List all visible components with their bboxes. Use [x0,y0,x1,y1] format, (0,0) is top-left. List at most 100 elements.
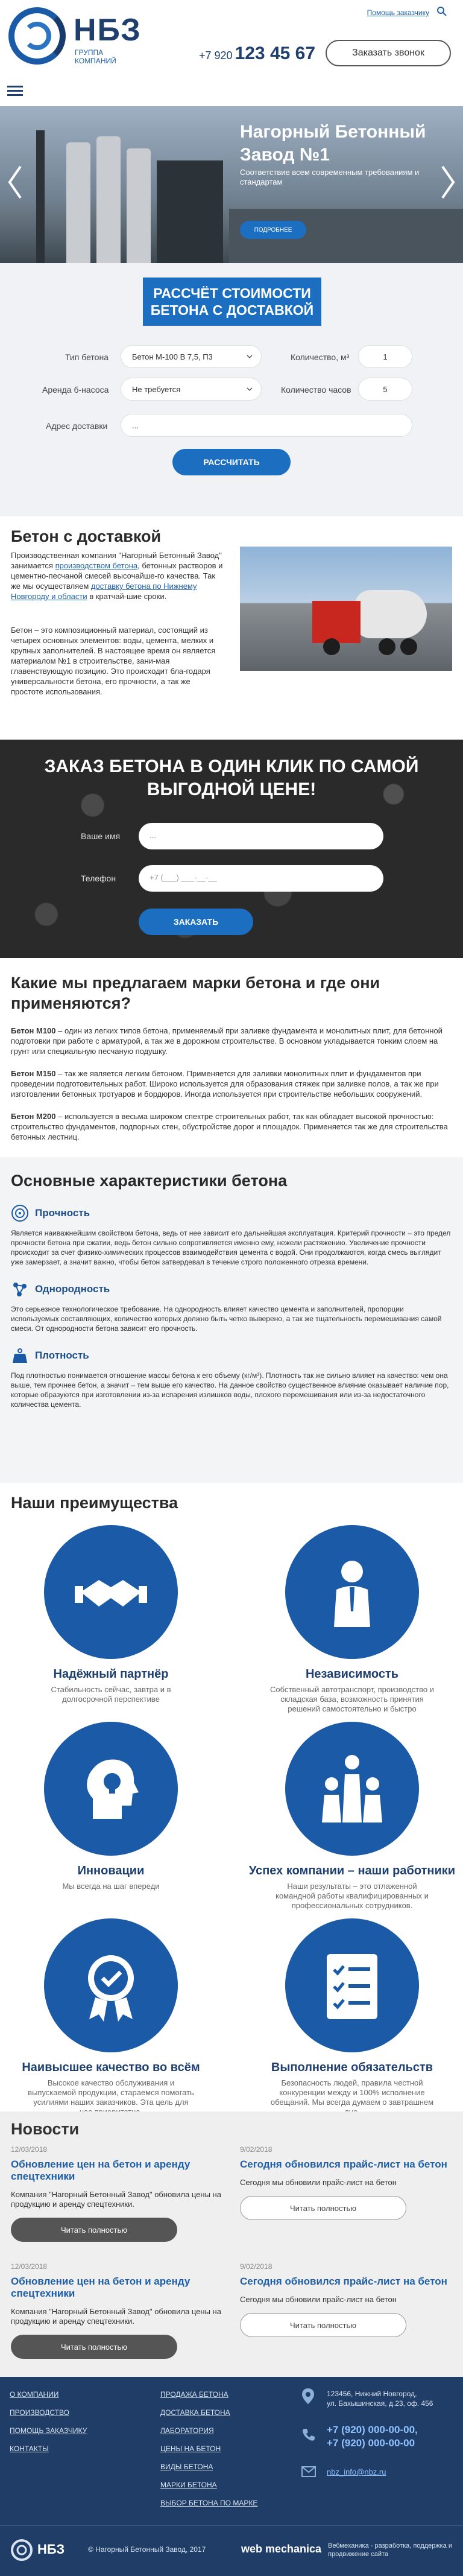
news-excerpt: Компания "Нагорный Бетонный Завод" обнов… [11,2307,221,2326]
quantity-label: Количество, м³ [291,352,350,362]
calculate-button[interactable]: РАССЧИТАТЬ [172,449,291,475]
news-title-link[interactable]: Обновление цен на бетон и аренду спецтех… [11,2159,223,2183]
help-customer-link[interactable]: Помощь заказчику [367,8,429,17]
plant-silo [127,148,151,263]
hours-input[interactable]: 5 [358,378,412,401]
logo-text: НБЗ [74,13,142,48]
benefits-heading: Наши преимущества [11,1494,178,1512]
footer-link[interactable]: ЛАБОРАТОРИЯ [160,2426,214,2435]
characteristics-heading: Основные характеристики бетона [11,1172,288,1190]
footer-link[interactable]: ВИДЫ БЕТОНА [160,2463,213,2471]
delivery-text: в кратчай-шие сроки. [87,592,167,601]
characteristics-section: Основные характеристики бетона Прочность… [0,1157,463,1483]
char-strength-header: Прочность [11,1204,452,1222]
weight-icon [13,1348,27,1363]
footer-link[interactable]: ПРОДАЖА БЕТОНА [160,2390,228,2399]
phone-number: 123 45 67 [235,43,316,63]
benefit-title: Надёжный партнёр [53,1667,169,1681]
benefit-obligations: Выполнение обязательств Безопасность люд… [244,1918,461,2117]
grade-m100: Бетон М100 – один из легких типов бетона… [11,1026,452,1056]
hero-description: Соответствие всем современным требования… [240,168,420,186]
phone-input[interactable]: +7 (___) ___-__-__ [139,865,383,892]
benefit-innovation: Инновации Мы всегда на шаг впереди [2,1722,219,1891]
footer-phone-1[interactable]: +7 (920) 000-00-00, [327,2424,418,2436]
quantity-input[interactable]: 1 [358,345,412,368]
news-title-link[interactable]: Обновление цен на бетон и аренду спецтех… [11,2276,223,2300]
plant-silo [96,136,121,263]
footer-link[interactable]: ВЫБОР БЕТОНА ПО МАРКЕ [160,2499,257,2507]
plant-tower [36,130,45,263]
benefit-title: Успех компании – наши работники [248,1864,456,1877]
benefit-title: Выполнение обязательств [271,2061,433,2074]
char-text: Является наиважнейшим свойством бетона, … [11,1229,451,1266]
grades-heading: Какие мы предлагаем марки бетона и где о… [11,974,380,1012]
concrete-type-value: Бетон М-100 В 7,5, П3 [132,352,213,361]
benefit-desc: Наши результаты – это отлаженной командн… [276,1882,429,1910]
footer-phone-2[interactable]: +7 (920) 000-00-00 [327,2437,415,2449]
slider-prev-arrow-icon[interactable] [6,164,24,200]
production-link[interactable]: производством бетона [55,561,138,570]
news-date: 9/02/2018 [240,2262,272,2271]
read-more-button[interactable]: Читать полностью [11,2218,177,2242]
news-item: 9/02/2018 Сегодня обновился прайс-лист н… [240,2262,452,2337]
footer-logo[interactable]: НБЗ [10,2538,82,2565]
char-homogeneity-header: Однородность [11,1280,452,1298]
slider-next-arrow-icon[interactable] [439,164,457,200]
benefit-icon-circle [44,1525,178,1659]
footer-logo-emblem [11,2539,33,2561]
pump-rental-select[interactable]: Не требуется [121,378,262,401]
char-name: Прочность [35,1207,90,1219]
developer-logo[interactable]: web mechanica [241,2543,321,2555]
page: НБЗ ГРУППА КОМПАНИЙ Помощь заказчику +7 … [0,0,463,2576]
footer-link[interactable]: О КОМПАНИИ [10,2390,58,2399]
news-item: 12/03/2018 Обновление цен на бетон и аре… [11,2262,223,2359]
grades-section: Какие мы предлагаем марки бетона и где о… [0,958,463,1157]
benefit-title: Инновации [77,1864,145,1877]
benefit-title: Наивысшее качество во всём [22,2061,200,2074]
read-more-button[interactable]: Читать полностью [240,2196,406,2220]
plant-structure [157,160,223,263]
footer-email-link[interactable]: nbz_info@nbz.ru [327,2467,386,2476]
delivery-paragraph-2: Бетон – это композиционный материал, сос… [11,626,216,696]
footer-link[interactable]: ПОМОЩЬ ЗАКАЗЧИКУ [10,2426,87,2435]
name-label: Ваше имя [81,831,121,841]
hours-label: Количество часов [281,385,351,395]
news-title-link[interactable]: Сегодня обновился прайс-лист на бетон [240,2159,452,2171]
name-input[interactable]: ... [139,823,383,849]
benefit-desc: Стабильность сейчас, завтра и в долгосро… [51,1685,171,1704]
footer-logo-text: НБЗ [37,2542,65,2557]
concrete-type-select[interactable]: Бетон М-100 В 7,5, П3 [121,345,262,368]
char-density-header: Плотность [11,1347,452,1365]
order-call-button[interactable]: Заказать звонок [326,40,451,66]
one-click-order-section: ЗАКАЗ БЕТОНА В ОДИН КЛИК ПО САМОЙ ВЫГОДН… [0,740,463,958]
footer-bottom-bar: НБЗ © Нагорный Бетонный Завод, 2017 web … [0,2525,463,2576]
header-phone[interactable]: +7 920 123 45 67 [199,43,315,64]
char-name: Плотность [35,1350,89,1361]
news-date: 12/03/2018 [11,2262,48,2271]
order-button[interactable]: ЗАКАЗАТЬ [139,909,253,935]
delivery-section: Бетон с доставкой Производственная компа… [0,516,463,740]
hero-more-button[interactable]: ПОДРОБНЕЕ [240,221,306,239]
benefit-icon-circle [44,1918,178,2052]
footer-link[interactable]: МАРКИ БЕТОНА [160,2481,217,2489]
hamburger-menu-icon[interactable] [7,84,23,98]
hero-title: Нагорный Бетонный Завод №1 [240,122,426,165]
footer-link[interactable]: ДОСТАВКА БЕТОНА [160,2408,230,2417]
footer-link[interactable]: ПРОИЗВОДСТВО [10,2408,69,2417]
site-logo[interactable]: НБЗ ГРУППА КОМПАНИЙ [8,7,141,65]
read-more-button[interactable]: Читать полностью [240,2313,406,2337]
news-title-link[interactable]: Сегодня обновился прайс-лист на бетон [240,2276,452,2288]
footer-link[interactable]: КОНТАКТЫ [10,2444,49,2453]
pump-rental-value: Не требуется [132,385,181,394]
benefit-independence: Независимость Собственный автотранспорт,… [244,1525,461,1714]
grade-text: – используется в весьма широком спектре … [11,1112,448,1141]
checklist-icon [327,1954,377,2019]
footer-address-1: 123456, Нижний Новгород, [327,2390,417,2398]
search-icon[interactable] [436,6,447,17]
news-date: 9/02/2018 [240,2145,272,2154]
news-excerpt: Компания "Нагорный Бетонный Завод" обнов… [11,2190,221,2209]
footer-link[interactable]: ЦЕНЫ НА БЕТОН [160,2444,221,2453]
hero-slider: Нагорный Бетонный Завод №1 Соответствие … [0,106,463,263]
delivery-address-input[interactable]: ... [121,414,412,437]
read-more-button[interactable]: Читать полностью [11,2335,177,2359]
